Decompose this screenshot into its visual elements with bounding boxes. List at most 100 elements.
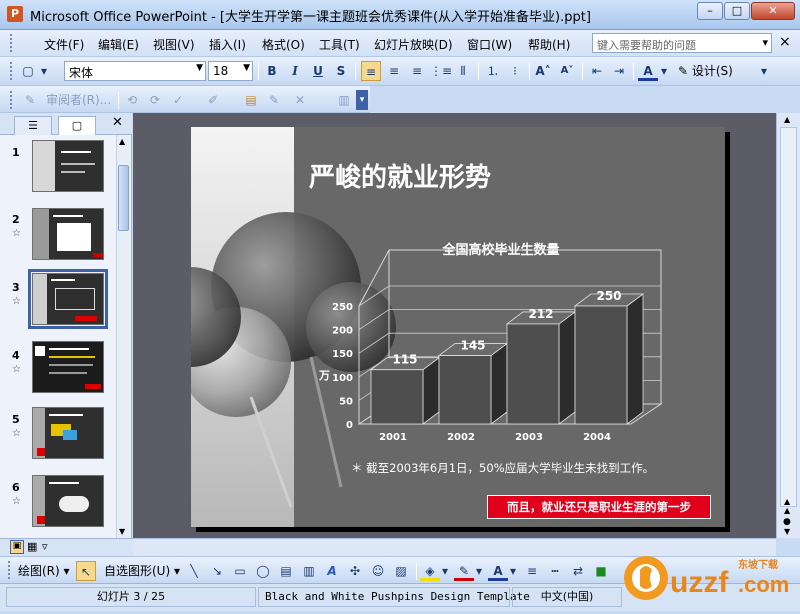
dash-style-icon[interactable]: ┅ xyxy=(545,561,565,581)
minimize-button[interactable]: – xyxy=(697,2,723,20)
slide-thumbnail-6[interactable] xyxy=(32,475,104,527)
menu-edit[interactable]: 编辑(E) xyxy=(98,36,139,53)
doc-close-icon[interactable]: × xyxy=(779,34,791,50)
menu-insert[interactable]: 插入(I) xyxy=(209,36,246,53)
slide-scrollbar[interactable]: ▲ ▲ ▲ ● ▼ xyxy=(776,113,800,538)
align-right-icon[interactable]: ≡ xyxy=(407,61,427,81)
close-button[interactable]: ✕ xyxy=(751,2,795,20)
chevron-down-icon[interactable]: ▼ xyxy=(196,63,203,73)
clipart-icon[interactable]: ☺ xyxy=(368,561,388,581)
shadow-button[interactable]: S xyxy=(331,61,351,81)
line-icon[interactable]: ╲ xyxy=(184,561,204,581)
vertical-text-icon[interactable]: ⫴ xyxy=(453,61,473,81)
slideshow-view-icon[interactable]: ▿ xyxy=(42,540,48,553)
oval-icon[interactable]: ◯ xyxy=(253,561,273,581)
font-name-select[interactable]: 宋体 ▼ xyxy=(64,61,206,81)
chevron-down-icon[interactable]: ▾ xyxy=(762,36,768,49)
previous-change-icon[interactable]: ⟲ xyxy=(122,90,142,110)
current-slide[interactable]: 严峻的就业形势 全国高校毕业生数量 0 50 100 150 200 250 万 115 2001… xyxy=(191,127,725,527)
picture-icon[interactable]: ▨ xyxy=(391,561,411,581)
next-slide-icon[interactable]: ▼ xyxy=(784,527,790,536)
design-button[interactable]: ✎ 设计(S) xyxy=(678,61,740,81)
toolbar-options-chevron-icon[interactable]: ▾ xyxy=(758,61,770,81)
arrow-icon[interactable]: ↘ xyxy=(207,561,227,581)
scroll-thumb[interactable] xyxy=(780,127,797,507)
menu-view[interactable]: 视图(V) xyxy=(153,36,195,53)
normal-view-icon[interactable]: ▣ xyxy=(10,540,24,554)
menu-format[interactable]: 格式(O) xyxy=(262,36,305,53)
vertical-textbox-icon[interactable]: ▥ xyxy=(299,561,319,581)
toolbar-grip[interactable] xyxy=(10,34,13,52)
chevron-down-icon[interactable]: ▾ xyxy=(658,61,670,81)
arrow-style-icon[interactable]: ⇄ xyxy=(568,561,588,581)
tab-slides[interactable]: ▢ xyxy=(58,116,96,135)
menu-tools[interactable]: 工具(T) xyxy=(319,36,360,53)
scroll-down-icon[interactable]: ▼ xyxy=(119,527,125,536)
autoshapes-button[interactable]: 自选图形(U) ▾ xyxy=(104,561,182,581)
slide-footnote[interactable]: ＊ 截至2003年6月1日，50%应届大学毕业生未找到工作。 xyxy=(351,460,654,476)
next-change-icon[interactable]: ⟳ xyxy=(145,90,165,110)
toolbar-options-chevron-icon[interactable]: ▾ xyxy=(356,90,368,110)
chevron-down-icon[interactable]: ▾ xyxy=(440,561,450,581)
decrease-indent-icon[interactable]: ⇤ xyxy=(587,61,607,81)
underline-button[interactable]: U xyxy=(308,61,328,81)
menu-file[interactable]: 文件(F) xyxy=(44,36,84,53)
reviewing-pane-icon[interactable]: ▥ xyxy=(334,90,354,110)
slide-sorter-view-icon[interactable]: ▦ xyxy=(27,540,37,553)
select-objects-icon[interactable]: ↖ xyxy=(76,561,96,581)
reviewers-button[interactable]: 审阅者(R)... xyxy=(46,90,116,110)
toolbar-grip[interactable] xyxy=(10,62,13,80)
menu-slideshow[interactable]: 幻灯片放映(D) xyxy=(374,36,453,53)
slide-banner[interactable]: 而且，就业还只是职业生涯的第一步 xyxy=(487,495,711,519)
distribute-icon[interactable]: ⋮≡ xyxy=(430,61,452,81)
numbered-list-icon[interactable]: ⒈ xyxy=(483,61,503,81)
edit-comment-icon[interactable]: ✐ xyxy=(203,90,223,110)
menu-window[interactable]: 窗口(W) xyxy=(467,36,512,53)
line-style-icon[interactable]: ≡ xyxy=(522,561,542,581)
font-color-icon[interactable]: A xyxy=(638,61,658,81)
increase-indent-icon[interactable]: ⇥ xyxy=(609,61,629,81)
maximize-button[interactable]: □ xyxy=(724,2,750,20)
toolbar-options-chevron-icon[interactable]: ▾ xyxy=(38,61,50,81)
menu-help[interactable]: 帮助(H) xyxy=(528,36,570,53)
toolbar-grip[interactable] xyxy=(10,91,13,109)
slide-title[interactable]: 严峻的就业形势 xyxy=(309,157,491,194)
new-document-icon[interactable]: ▢ xyxy=(18,61,38,81)
chevron-down-icon[interactable]: ▾ xyxy=(474,561,484,581)
fill-color-icon[interactable]: ◈ xyxy=(420,561,440,581)
scroll-thumb[interactable] xyxy=(118,165,129,231)
font-size-select[interactable]: 18 ▼ xyxy=(208,61,253,81)
bold-button[interactable]: B xyxy=(262,61,282,81)
apply-change-icon[interactable]: ✓ xyxy=(168,90,188,110)
align-center-icon[interactable]: ≡ xyxy=(384,61,404,81)
wordart-icon[interactable]: A xyxy=(322,561,342,581)
previous-slide-icon[interactable]: ▲ ▲ xyxy=(784,497,790,515)
italic-button[interactable]: I xyxy=(285,61,305,81)
draw-menu-button[interactable]: 绘图(R) ▾ xyxy=(18,561,72,581)
line-color-icon[interactable]: ✎ xyxy=(454,561,474,581)
font-color-icon[interactable]: A xyxy=(488,561,508,581)
thumbnails-scrollbar[interactable]: ▲ ▼ xyxy=(116,135,130,538)
bar-chart-3d[interactable]: 全国高校毕业生数量050100150200250万115200114520022… xyxy=(311,232,701,457)
edit-icon[interactable]: ✎ xyxy=(264,90,284,110)
bulleted-list-icon[interactable]: ⁝ xyxy=(505,61,525,81)
decrease-font-icon[interactable]: A˅ xyxy=(557,61,577,81)
slide-thumbnail-4[interactable] xyxy=(32,341,104,393)
chevron-down-icon[interactable]: ▾ xyxy=(508,561,518,581)
scroll-up-icon[interactable]: ▲ xyxy=(119,137,125,146)
rectangle-icon[interactable]: ▭ xyxy=(230,561,250,581)
slide-thumbnail-2[interactable] xyxy=(32,208,104,260)
align-left-icon[interactable]: ≡ xyxy=(361,61,381,81)
textbox-icon[interactable]: ▤ xyxy=(276,561,296,581)
tab-outline[interactable]: ☰ xyxy=(14,116,52,135)
shadow-style-icon[interactable]: ■ xyxy=(591,561,611,581)
close-pane-icon[interactable]: ✕ xyxy=(112,115,123,130)
slide-thumbnail-5[interactable] xyxy=(32,407,104,459)
insert-comment-icon[interactable]: ▤ xyxy=(241,90,261,110)
diagram-icon[interactable]: ✣ xyxy=(345,561,365,581)
markup-icon[interactable]: ✎ xyxy=(20,90,40,110)
increase-font-icon[interactable]: A˄ xyxy=(533,61,553,81)
help-search-input[interactable]: 键入需要帮助的问题 ▾ xyxy=(592,33,772,53)
slide-thumbnail-3[interactable] xyxy=(28,269,108,329)
select-browse-object-icon[interactable]: ● xyxy=(783,517,791,527)
